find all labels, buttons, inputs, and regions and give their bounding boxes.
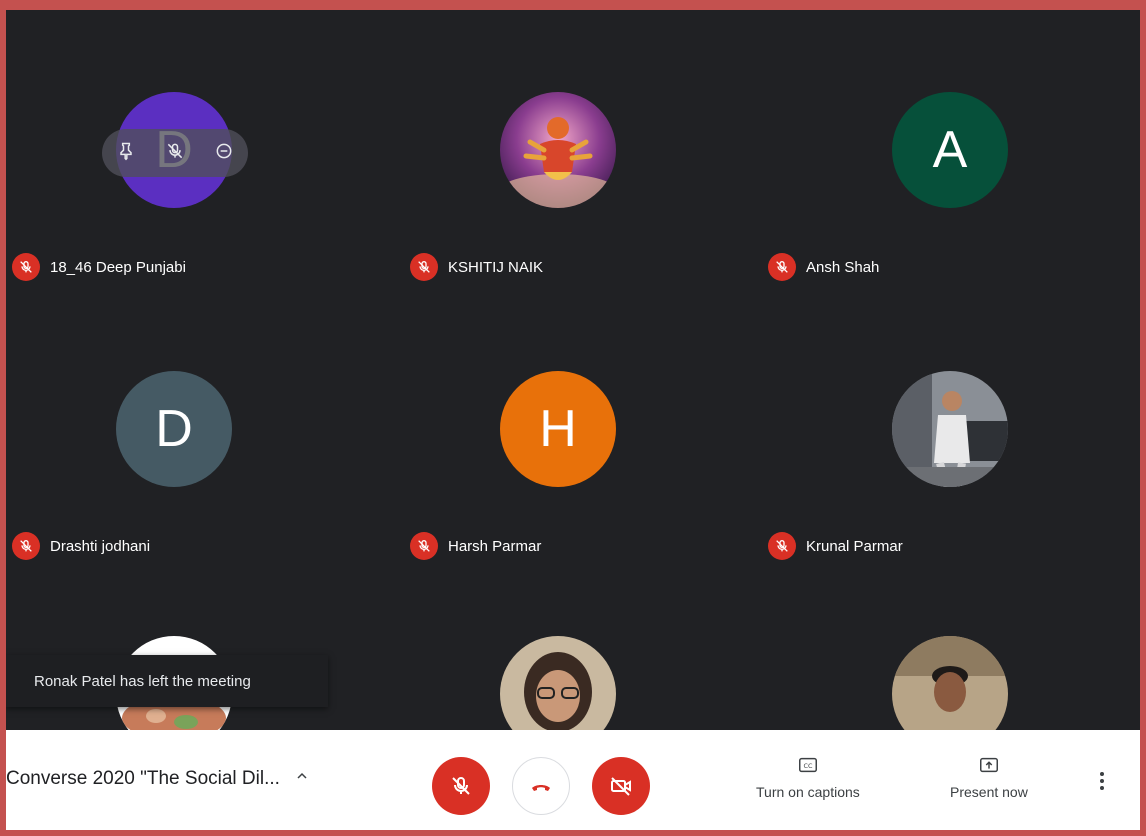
avatar-initial: D	[155, 400, 193, 458]
person-photo-icon	[892, 371, 1008, 487]
chevron-up-icon	[294, 768, 310, 790]
camera-off-icon	[611, 777, 631, 796]
leave-call-button[interactable]	[512, 757, 570, 815]
participant-name-row: KSHITIJ NAIK	[410, 253, 543, 281]
present-screen-icon	[979, 757, 998, 773]
participant-tile[interactable]: Krunal Parmar	[762, 301, 1140, 580]
microphone-toggle-button[interactable]	[432, 757, 490, 815]
participant-name: Ansh Shah	[806, 258, 880, 276]
participant-name-row: Drashti jodhani	[12, 532, 150, 560]
avatar	[500, 92, 616, 208]
avatar: H	[500, 371, 616, 487]
muted-icon	[12, 532, 40, 560]
pin-icon[interactable]	[116, 141, 136, 166]
avatar: A	[892, 92, 1008, 208]
captions-button[interactable]: CC Turn on captions	[756, 754, 860, 800]
participant-name-row: Ansh Shah	[768, 253, 879, 281]
muted-icon	[410, 532, 438, 560]
svg-text:CC: CC	[803, 762, 812, 770]
tile-hover-controls	[102, 129, 248, 177]
more-options-button[interactable]	[1090, 766, 1114, 796]
participant-tile[interactable]: D 18_46 Deep Punjabi	[6, 22, 314, 301]
participant-tile[interactable]	[762, 580, 1140, 730]
muted-icon	[410, 253, 438, 281]
remove-icon[interactable]	[214, 141, 234, 166]
participant-name-row: Krunal Parmar	[768, 532, 903, 560]
window-frame: D 18_46 Deep Punjabi	[0, 0, 1146, 836]
meeting-details-toggle[interactable]: Converse 2020 "The Social Dil...	[6, 768, 310, 790]
participant-name-row: 18_46 Deep Punjabi	[12, 253, 186, 281]
hang-up-icon	[532, 785, 550, 791]
mic-off-icon[interactable]	[165, 141, 185, 166]
avatar-initial: A	[932, 121, 968, 179]
meeting-controls-bar: Converse 2020 "The Social Dil... CC Turn…	[6, 730, 1140, 830]
participant-tile[interactable]: H Harsh Parmar	[384, 301, 762, 580]
woman-photo-icon	[500, 636, 616, 730]
avatar-initial: H	[539, 400, 577, 458]
closed-captions-icon: CC	[798, 757, 817, 773]
mic-off-icon	[452, 777, 470, 795]
participant-name: Harsh Parmar	[448, 537, 542, 555]
avatar: D	[116, 371, 232, 487]
muted-icon	[12, 253, 40, 281]
participant-tile[interactable]: A Ansh Shah	[762, 22, 1140, 301]
avatar	[892, 636, 1008, 730]
more-vert-icon	[1100, 772, 1104, 790]
participant-tile[interactable]: KSHITIJ NAIK	[384, 22, 762, 301]
participant-name: 18_46 Deep Punjabi	[50, 258, 186, 276]
toast-message: Ronak Patel has left the meeting	[34, 672, 251, 690]
participant-name: Drashti jodhani	[50, 537, 151, 555]
participant-name-row: Harsh Parmar	[410, 532, 541, 560]
meeting-title: Converse 2020 "The Social Dil...	[6, 768, 280, 789]
avatar	[892, 371, 1008, 487]
left-meeting-toast: Ronak Patel has left the meeting	[6, 655, 328, 707]
participant-tile[interactable]: D Drashti jodhani	[6, 301, 314, 580]
avatar	[500, 636, 616, 730]
muted-icon	[768, 532, 796, 560]
man-photo-icon	[892, 636, 1008, 730]
participant-name: KSHITIJ NAIK	[448, 258, 544, 276]
participant-grid: D 18_46 Deep Punjabi	[6, 10, 1140, 730]
present-now-button[interactable]: Present now	[950, 754, 1028, 800]
deity-icon	[500, 92, 616, 208]
participant-tile[interactable]	[384, 580, 762, 730]
participant-name: Krunal Parmar	[806, 537, 903, 555]
camera-toggle-button[interactable]	[592, 757, 650, 815]
captions-label: Turn on captions	[756, 784, 860, 800]
muted-icon	[768, 253, 796, 281]
present-label: Present now	[950, 784, 1028, 800]
